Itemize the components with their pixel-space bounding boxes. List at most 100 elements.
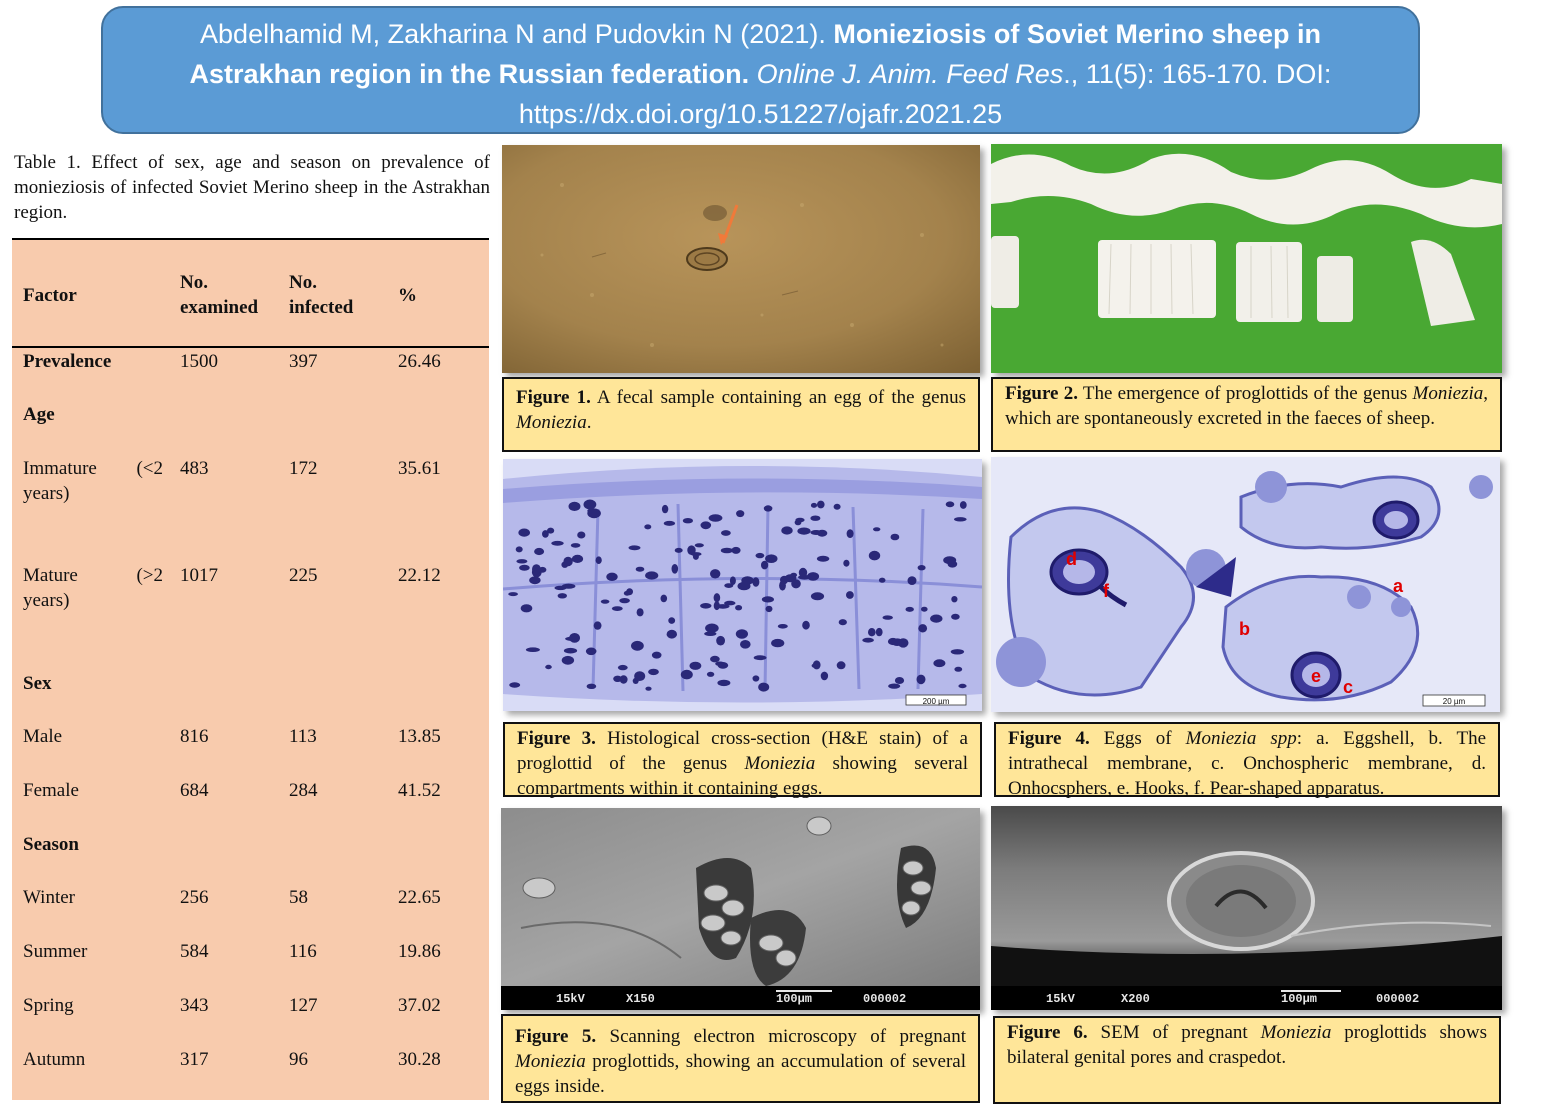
egg-blob	[761, 596, 774, 603]
egg-blob	[916, 674, 926, 685]
figure-1-image	[502, 145, 980, 373]
egg-blob	[708, 514, 723, 522]
egg-blob	[761, 560, 769, 570]
table-cell: 343	[180, 995, 209, 1016]
egg-blob	[600, 599, 610, 604]
egg-blob	[636, 608, 644, 617]
egg-blob	[516, 559, 528, 564]
egg-blob	[810, 502, 818, 508]
egg-blob	[577, 531, 586, 539]
egg-blob	[820, 671, 829, 681]
egg-blob	[958, 683, 967, 689]
egg-blob	[918, 624, 928, 633]
header-percent: %	[398, 285, 417, 306]
figure-4-image: a b c d e f 20 µm	[991, 457, 1500, 712]
egg-blob	[843, 559, 850, 567]
table-cell: 22.65	[398, 887, 441, 908]
figure-5-caption: Figure 5. Scanning electron microscopy o…	[501, 1014, 980, 1103]
table-cell: 172	[289, 458, 318, 479]
egg-blob	[873, 527, 881, 532]
table-cell: 41.52	[398, 780, 441, 801]
table-header: Factor No. examined No. infected %	[12, 240, 489, 348]
citation-authors: Abdelhamid M, Zakharina N and Pudovkin N…	[200, 19, 826, 49]
egg-blob	[950, 649, 965, 655]
prevalence-table: Factor No. examined No. infected % Preva…	[12, 238, 489, 1100]
egg-blob	[645, 686, 652, 691]
table-row-factor: Immature (<2 years)	[23, 456, 163, 506]
egg-blob	[740, 640, 751, 649]
egg-blob	[954, 517, 967, 522]
egg-blob	[758, 682, 770, 692]
egg-blob	[790, 572, 797, 578]
egg-blob	[635, 566, 645, 572]
egg-blob	[752, 675, 760, 682]
egg-blob	[816, 555, 830, 562]
egg-blob	[846, 591, 854, 599]
egg-blob	[706, 671, 715, 677]
table-cell: 284	[289, 780, 318, 801]
egg-blob	[713, 593, 721, 603]
egg-blob	[648, 668, 659, 676]
table-row-factor: Female	[23, 780, 79, 801]
table-caption: Table 1. Effect of sex, age and season o…	[14, 152, 490, 223]
egg-blob	[518, 528, 530, 537]
figure-3-image: 200 µm	[503, 459, 982, 711]
table-cell: 26.46	[398, 351, 441, 372]
egg-blob	[943, 556, 957, 565]
egg-blob	[810, 530, 822, 535]
egg-blob	[668, 617, 676, 624]
sem-info-text: 100µm	[776, 992, 812, 1006]
label-mark-c: c	[1343, 677, 1353, 697]
egg-blob	[515, 546, 523, 553]
sem-info-text: X150	[626, 992, 655, 1006]
egg-blob	[525, 647, 540, 652]
table-row-factor: Mature (>2 years)	[23, 563, 163, 613]
label-mark-d: d	[1066, 549, 1077, 569]
figure-label: Figure 4.	[1008, 728, 1090, 749]
table-cell: 684	[180, 780, 209, 801]
egg-blob	[508, 592, 518, 597]
label-mark-e: e	[1311, 666, 1321, 686]
table-row-factor: Male	[23, 726, 63, 747]
header-examined: No. examined	[180, 272, 259, 318]
factor-word: years)	[23, 590, 70, 611]
table-cell: 22.12	[398, 565, 441, 586]
egg-blob	[724, 583, 734, 588]
egg-blob	[529, 576, 541, 585]
figure-4-scale: 20 µm	[1443, 697, 1466, 706]
figure-1-caption: Figure 1. A fecal sample containing an e…	[502, 377, 980, 452]
egg-blob	[721, 530, 731, 536]
caption-genus: Moniezia	[1260, 1022, 1332, 1043]
egg-blob	[568, 501, 581, 511]
figure-label: Figure 2.	[1005, 383, 1078, 404]
egg-blob	[765, 554, 778, 563]
table-cell: 96	[289, 1049, 308, 1070]
egg-blob	[836, 661, 846, 670]
egg-blob	[810, 592, 825, 601]
table-cell: 35.61	[398, 458, 441, 479]
egg-blob	[519, 564, 530, 571]
egg-blob	[753, 655, 767, 661]
egg-blob	[802, 620, 810, 630]
table-row-factor: Winter	[23, 887, 75, 908]
table-cell: 1500	[180, 351, 218, 372]
table-cell: 225	[289, 565, 318, 586]
egg-blob	[882, 615, 893, 620]
caption-genus: Moniezia	[744, 753, 816, 774]
egg-blob	[520, 604, 533, 613]
egg-blob	[534, 547, 545, 556]
egg-blob	[570, 543, 581, 548]
egg-blob	[700, 603, 712, 609]
figure-6-caption: Figure 6. SEM of pregnant Moniezia progl…	[993, 1016, 1501, 1104]
figure-5-image: 15kV X150 100µm 000002	[501, 808, 980, 1010]
egg-blob	[868, 550, 881, 561]
table-group-heading: Age	[23, 404, 55, 425]
egg-blob	[671, 564, 679, 574]
egg-blob	[583, 499, 597, 510]
egg-blob	[741, 576, 754, 585]
egg-blob	[763, 505, 773, 512]
egg-blob	[694, 543, 704, 548]
header-factor: Factor	[23, 285, 77, 306]
factor-word: years)	[23, 483, 70, 504]
label-mark-a: a	[1393, 576, 1404, 596]
